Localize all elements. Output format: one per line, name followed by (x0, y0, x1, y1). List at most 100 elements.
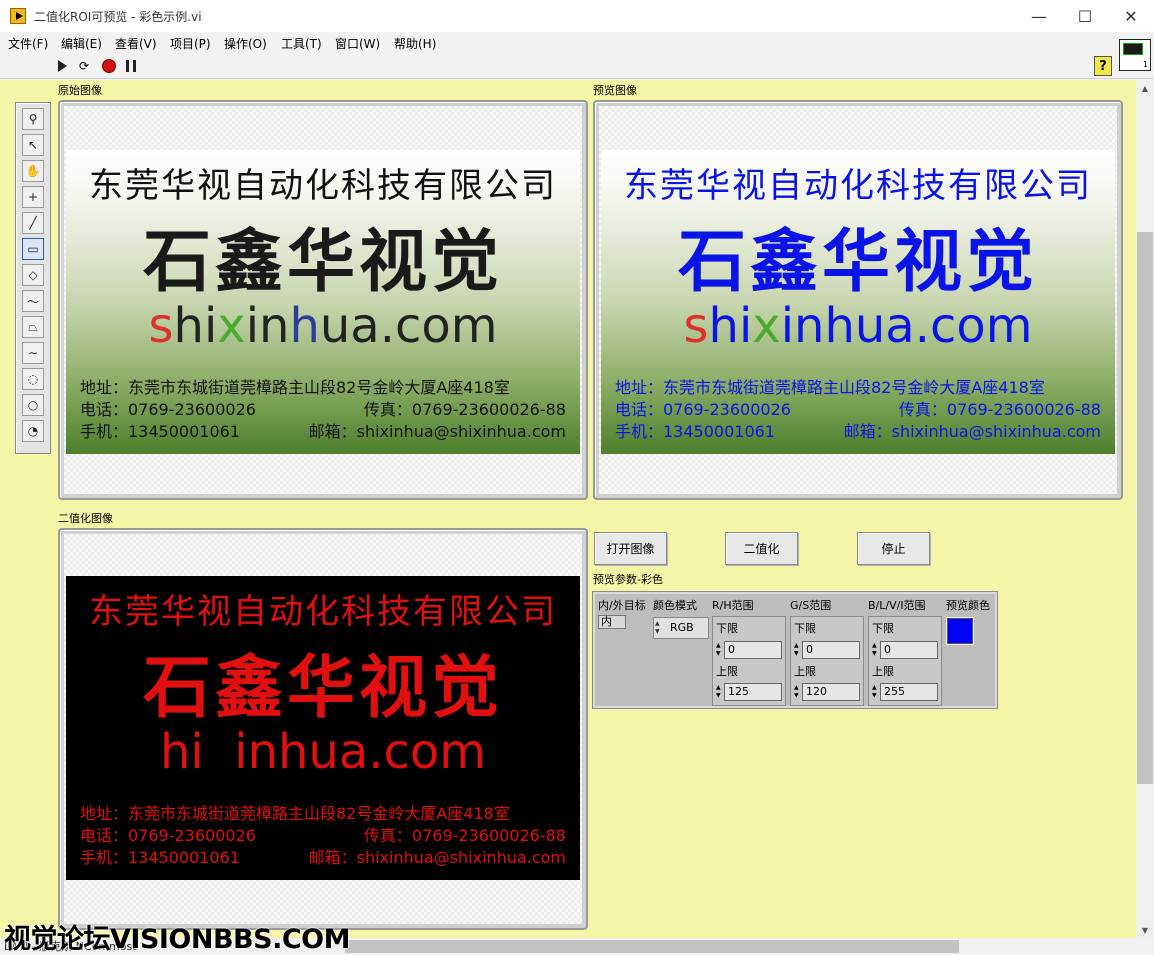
range-r-upper-input[interactable]: 125 (724, 683, 782, 701)
zoom-tool-icon[interactable]: ⚲ (22, 108, 44, 130)
original-image-canvas: 东莞华视自动化科技有限公司 石鑫华视觉 shixinhua.com 地址：东莞市… (64, 106, 582, 494)
oval-tool-icon[interactable]: ○ (22, 394, 44, 416)
abort-icon (102, 59, 116, 73)
watermark: 视觉论坛VISIONBBS.COM (4, 924, 350, 955)
freehand-line-tool-icon[interactable]: ∼ (22, 342, 44, 364)
context-help-button[interactable]: ? (1094, 56, 1112, 76)
range-b-upper-control[interactable]: ▲ ▼ 255 (872, 683, 938, 701)
abort-button[interactable] (101, 58, 117, 74)
pan-tool-icon[interactable]: ✋ (22, 160, 44, 182)
range-b-box: 下限 ▲ ▼ 0 上限 ▲ ▼ 255 (868, 616, 942, 706)
preview-fax-text: 传真：0769-23600026-88 (898, 400, 1101, 419)
binary-company-name: 东莞华视自动化科技有限公司 (89, 592, 557, 632)
binary-phone-text: 电话：0769-23600026 (80, 826, 256, 845)
rectangle-tool-icon[interactable]: ▭ (22, 238, 44, 260)
selection-tool-icon[interactable]: ↖ (22, 134, 44, 156)
point-tool-icon[interactable]: + (22, 186, 44, 208)
range-r-lower-input[interactable]: 0 (724, 641, 782, 659)
binary-address-text: 地址：东莞市东城街道莞樟路主山段82号金岭大厦A座418室 (80, 804, 510, 823)
horizontal-scroll-thumb[interactable] (345, 940, 959, 953)
pause-button[interactable] (123, 58, 139, 74)
range-b-lower-stepper-icon[interactable]: ▲ ▼ (872, 642, 879, 658)
binarize-button[interactable]: 二值化 (725, 532, 798, 565)
scroll-down-icon[interactable]: ▼ (1136, 922, 1154, 938)
close-button[interactable]: ✕ (1108, 0, 1154, 32)
menu-edit[interactable]: 编辑(E) (61, 35, 102, 52)
range-r-upper-control[interactable]: ▲ ▼ 125 (716, 683, 782, 701)
freehand-region-tool-icon[interactable]: ◌ (22, 368, 44, 390)
ring-up-icon[interactable]: ▲ (655, 620, 662, 628)
vi-icon[interactable]: 1 (1119, 39, 1151, 71)
range-r-upper-label: 上限 (716, 665, 738, 678)
polygon-tool-icon[interactable]: ⏢ (22, 316, 44, 338)
range-g-upper-control[interactable]: ▲ ▼ 120 (794, 683, 860, 701)
params-label: 预览参数-彩色 (593, 573, 663, 586)
binary-email-text: 邮箱：shixinhua@shixinhua.com (308, 848, 566, 867)
menu-view[interactable]: 查看(V) (115, 35, 157, 52)
range-r-lower-stepper-icon[interactable]: ▲ ▼ (716, 642, 723, 658)
range-g-upper-label: 上限 (794, 665, 816, 678)
menu-project[interactable]: 项目(P) (170, 35, 211, 52)
binary-website-url: hi inhua.com (159, 724, 487, 780)
menu-operate[interactable]: 操作(O) (224, 35, 267, 52)
range-g-lower-stepper-icon[interactable]: ▲ ▼ (794, 642, 801, 658)
binary-image-display[interactable]: 东莞华视自动化科技有限公司 石鑫华视觉 hi inhua.com 地址：东莞市东… (58, 528, 588, 930)
range-b-upper-input[interactable]: 255 (880, 683, 938, 701)
binary-mobile-text: 手机：13450001061 (80, 848, 240, 867)
range-b-lower-input[interactable]: 0 (880, 641, 938, 659)
url-in: in (245, 298, 290, 354)
line-tool-icon[interactable]: ╱ (22, 212, 44, 234)
preview-image-label: 预览图像 (593, 84, 637, 97)
binary-mobile-row: 手机：13450001061 邮箱：shixinhua@shixinhua.com (80, 844, 566, 868)
menu-window[interactable]: 窗口(W) (335, 35, 380, 52)
brand-name: 石鑫华视觉 (142, 222, 503, 302)
run-button[interactable] (54, 58, 70, 74)
range-g-upper-input[interactable]: 120 (802, 683, 860, 701)
range-r-lower-control[interactable]: ▲ ▼ 0 (716, 641, 782, 659)
preview-color-swatch[interactable] (946, 617, 974, 645)
menu-file[interactable]: 文件(F) (8, 35, 48, 52)
ring-down-icon[interactable]: ▼ (655, 628, 662, 636)
website-url: shixinhua.com (66, 298, 580, 354)
url-s: s (148, 298, 174, 354)
binary-phone-row: 电话：0769-23600026 传真：0769-23600026-88 (80, 822, 566, 846)
vertical-scrollbar[interactable]: ▲ ▼ (1136, 80, 1154, 938)
preview-mobile-text: 手机：13450001061 (615, 422, 775, 441)
preview-mobile-row: 手机：13450001061 邮箱：shixinhua@shixinhua.com (615, 418, 1101, 442)
color-mode-ring[interactable]: ▲ ▼ RGB (653, 617, 709, 639)
binary-image-label: 二值化图像 (58, 512, 113, 525)
labview-app-icon (10, 8, 26, 24)
run-continuously-button[interactable]: ⟳ (76, 58, 92, 74)
url-h: h (289, 298, 320, 354)
address-text: 地址：东莞市东城街道莞樟路主山段82号金岭大厦A座418室 (80, 378, 510, 397)
vertical-scroll-thumb[interactable] (1137, 232, 1153, 784)
menu-help[interactable]: 帮助(H) (394, 35, 436, 52)
range-b-upper-label: 上限 (872, 665, 894, 678)
polyline-tool-icon[interactable]: 〜 (22, 290, 44, 312)
range-g-lower-input[interactable]: 0 (802, 641, 860, 659)
maximize-button[interactable]: ☐ (1062, 0, 1108, 32)
open-image-button[interactable]: 打开图像 (594, 532, 667, 565)
binary-image-canvas: 东莞华视自动化科技有限公司 石鑫华视觉 hi inhua.com 地址：东莞市东… (64, 534, 582, 924)
preview-image-display[interactable]: 东莞华视自动化科技有限公司 石鑫华视觉 shixinhua.com 地址：东莞市… (593, 100, 1123, 500)
window-title: 二值化ROI可预览 - 彩色示例.vi (34, 10, 202, 24)
range-b-lower-label: 下限 (872, 622, 894, 635)
annulus-tool-icon[interactable]: ◔ (22, 420, 44, 442)
preview-card: 东莞华视自动化科技有限公司 石鑫华视觉 shixinhua.com 地址：东莞市… (601, 150, 1115, 454)
stop-button[interactable]: 停止 (857, 532, 930, 565)
range-b-lower-control[interactable]: ▲ ▼ 0 (872, 641, 938, 659)
range-g-upper-stepper-icon[interactable]: ▲ ▼ (794, 684, 801, 700)
range-g-lower-control[interactable]: ▲ ▼ 0 (794, 641, 860, 659)
range-b-upper-stepper-icon[interactable]: ▲ ▼ (872, 684, 879, 700)
scroll-up-icon[interactable]: ▲ (1136, 80, 1154, 96)
preview-website-url: shixinhua.com (601, 298, 1115, 354)
original-image-display[interactable]: 东莞华视自动化科技有限公司 石鑫华视觉 shixinhua.com 地址：东莞市… (58, 100, 588, 500)
inout-target-toggle[interactable]: 内 (598, 615, 626, 629)
email-text: 邮箱：shixinhua@shixinhua.com (308, 422, 566, 441)
range-r-upper-stepper-icon[interactable]: ▲ ▼ (716, 684, 723, 700)
toolbar: ⟳ ? (0, 52, 1154, 79)
rotated-rectangle-tool-icon[interactable]: ◇ (22, 264, 44, 286)
menu-tools[interactable]: 工具(T) (281, 35, 322, 52)
minimize-button[interactable]: — (1016, 0, 1062, 32)
range-r-lower-label: 下限 (716, 622, 738, 635)
